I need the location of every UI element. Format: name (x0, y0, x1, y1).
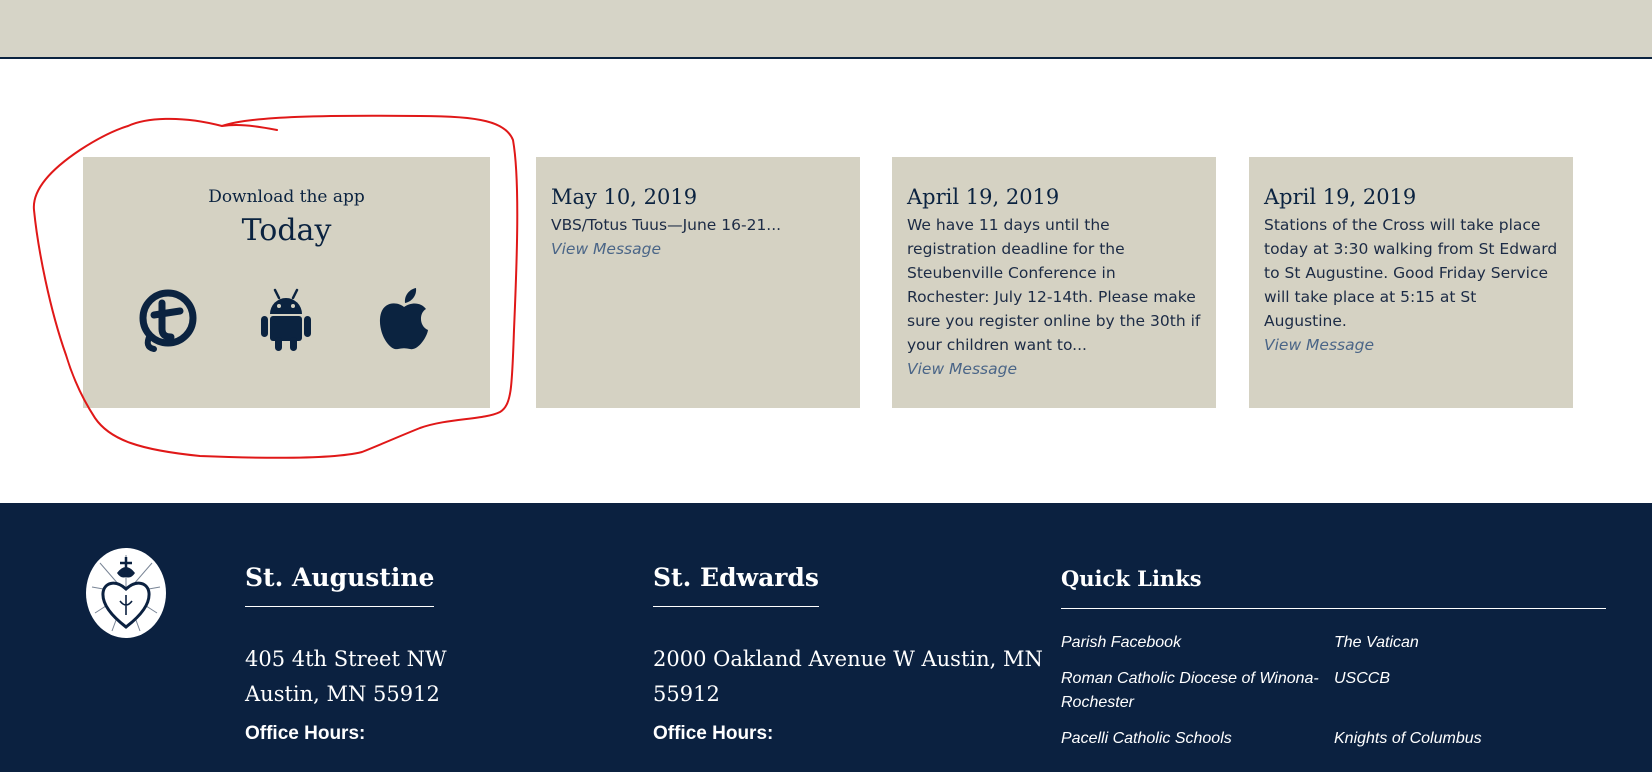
view-message-link[interactable]: View Message (551, 237, 845, 261)
quick-link-knights-of-columbus[interactable]: Knights of Columbus (1334, 727, 1482, 751)
quick-link-diocese-winona[interactable]: Roman Catholic Diocese of Winona- (1061, 667, 1319, 691)
formed-app-icon[interactable] (132, 285, 202, 355)
quick-links-column: Quick Links Parish Facebook The Vatican … (1061, 566, 1606, 747)
site-footer: St. Augustine 405 4th Street NW Austin, … (0, 503, 1652, 772)
app-icons-row (83, 285, 490, 355)
office-hours-label: Office Hours: (653, 723, 774, 744)
st-edwards-address: 2000 Oakland Avenue W Austin, MN 55912 (653, 642, 1063, 712)
message-text: Stations of the Cross will take place to… (1264, 216, 1558, 330)
message-card: May 10, 2019 VBS/Totus Tuus—June 16-21..… (536, 157, 860, 408)
quick-link-diocese-rochester[interactable]: Rochester (1061, 691, 1134, 715)
st-edwards-column: St. Edwards 2000 Oakland Avenue W Austin… (653, 563, 1063, 745)
quick-link-the-vatican[interactable]: The Vatican (1334, 631, 1419, 655)
android-icon[interactable] (251, 285, 321, 355)
st-augustine-title: St. Augustine (245, 563, 435, 607)
quick-link-pacelli-schools[interactable]: Pacelli Catholic Schools (1061, 727, 1232, 751)
message-date: April 19, 2019 (1264, 185, 1417, 209)
address-line: 2000 Oakland Avenue W Austin, MN (653, 647, 1043, 671)
quick-links-title: Quick Links (1061, 566, 1606, 609)
app-download-card: Download the app Today (83, 157, 490, 408)
address-line: 405 4th Street NW (245, 647, 447, 671)
top-band (0, 0, 1652, 59)
message-date: May 10, 2019 (551, 185, 698, 209)
quick-link-usccb[interactable]: USCCB (1334, 667, 1390, 691)
address-line: Austin, MN 55912 (245, 682, 440, 706)
office-hours-label: Office Hours: (245, 723, 366, 744)
quick-link-parish-facebook[interactable]: Parish Facebook (1061, 631, 1181, 655)
message-text: We have 11 days until the registration d… (907, 216, 1201, 354)
message-card: April 19, 2019 Stations of the Cross wil… (1249, 157, 1573, 408)
message-card: April 19, 2019 We have 11 days until the… (892, 157, 1216, 408)
st-edwards-title: St. Edwards (653, 563, 819, 607)
message-date: April 19, 2019 (907, 185, 1060, 209)
app-download-subtitle: Today (241, 213, 332, 248)
app-download-title: Download the app (208, 187, 365, 207)
parish-logo[interactable] (85, 547, 167, 639)
view-message-link[interactable]: View Message (907, 357, 1201, 381)
st-augustine-column: St. Augustine 405 4th Street NW Austin, … (245, 563, 625, 745)
st-augustine-address: 405 4th Street NW Austin, MN 55912 (245, 642, 625, 712)
apple-icon[interactable] (369, 285, 439, 355)
address-line: 55912 (653, 682, 720, 706)
message-text: VBS/Totus Tuus—June 16-21... (551, 216, 782, 234)
view-message-link[interactable]: View Message (1264, 333, 1558, 357)
